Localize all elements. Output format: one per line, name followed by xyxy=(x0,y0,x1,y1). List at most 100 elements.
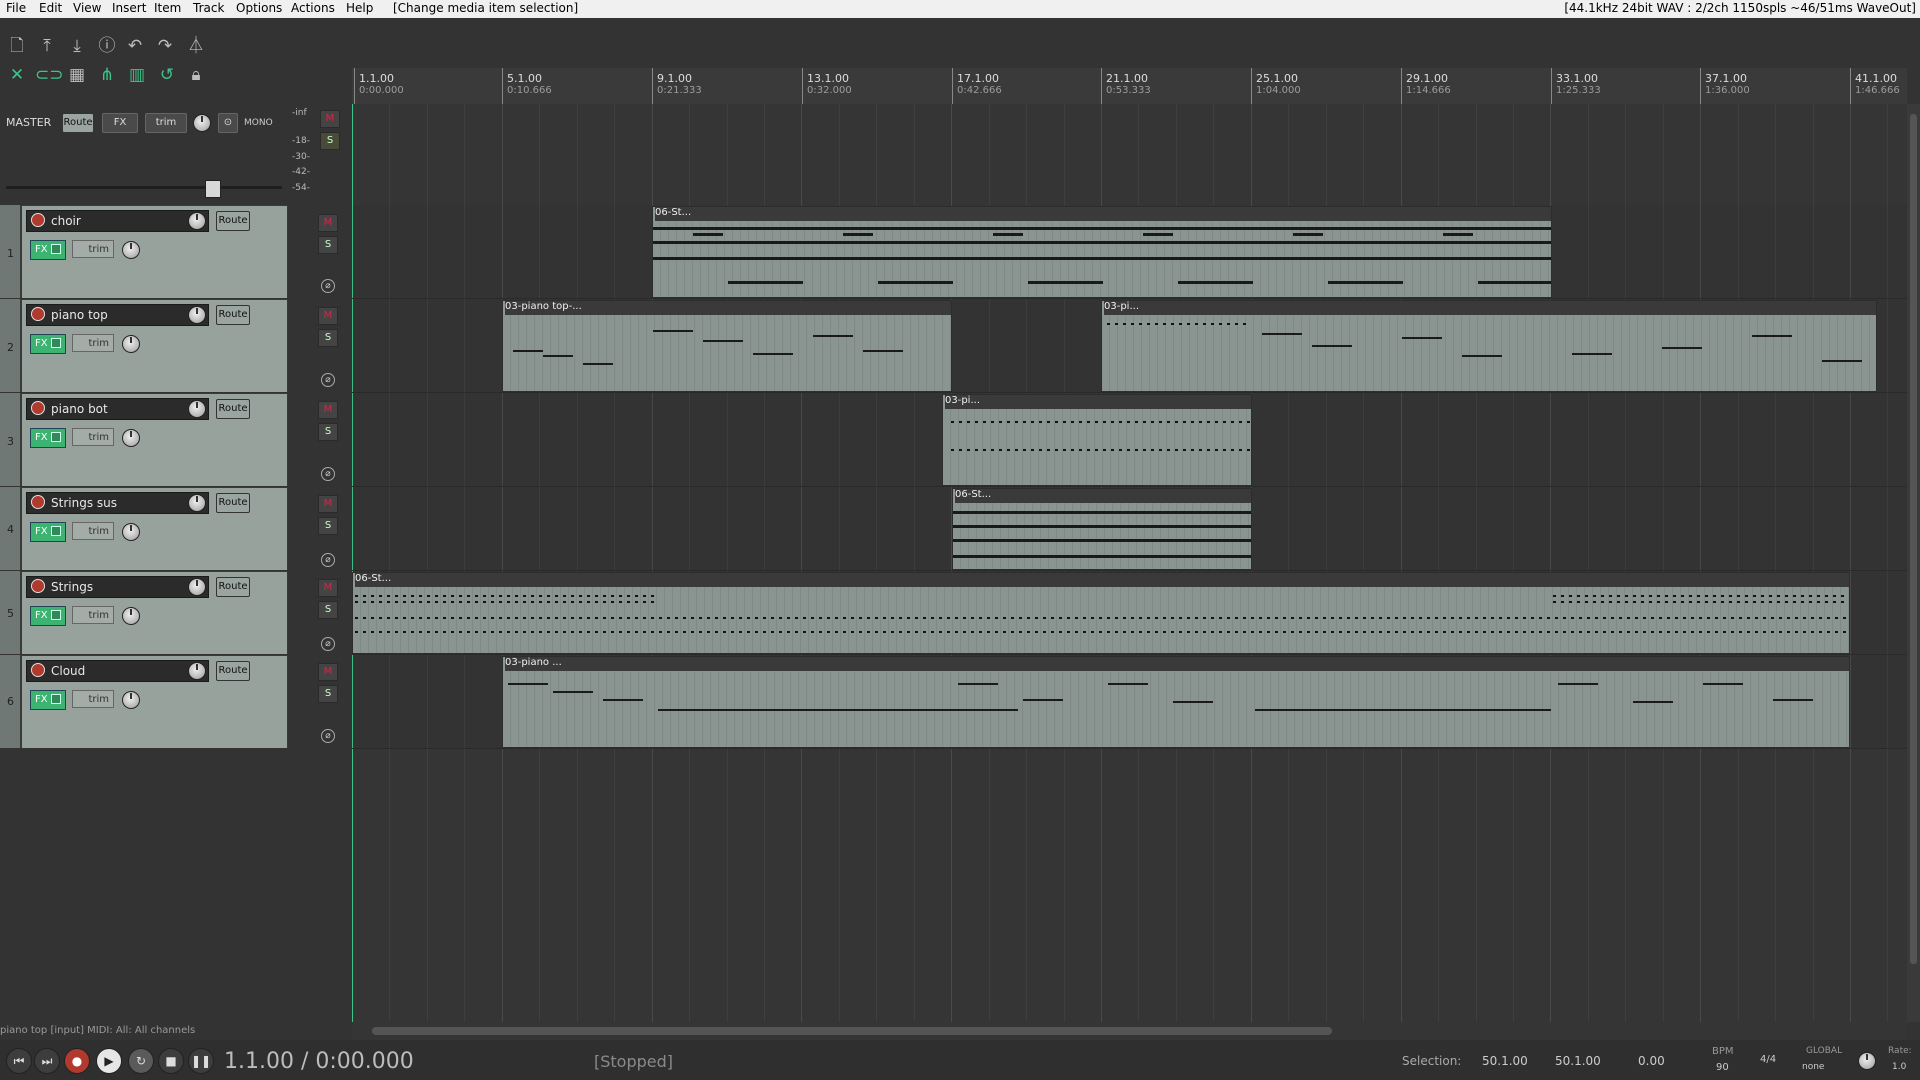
track-name-field[interactable]: choir xyxy=(26,210,209,232)
pan-knob[interactable] xyxy=(122,691,140,709)
track-name-field[interactable]: Cloud xyxy=(26,660,209,682)
solo-button[interactable]: S xyxy=(318,517,338,535)
fx-button[interactable]: FX xyxy=(30,522,66,542)
lock-icon[interactable]: 🔒︎ xyxy=(185,64,207,86)
track-panel[interactable]: 6 Cloud Route FX trim M S ⌀ xyxy=(0,655,338,748)
route-button[interactable]: Route xyxy=(216,577,250,597)
new-project-icon[interactable]: 🗋 xyxy=(6,35,28,57)
trim-button[interactable]: trim xyxy=(72,240,114,258)
fx-button[interactable]: FX xyxy=(30,690,66,710)
grid-icon[interactable]: ▦ xyxy=(66,64,88,86)
rate-value[interactable]: 1.0 xyxy=(1892,1062,1906,1072)
fx-button[interactable]: FX xyxy=(30,428,66,448)
horizontal-scrollbar[interactable] xyxy=(352,1022,1907,1040)
mute-button[interactable]: M xyxy=(318,579,338,597)
open-icon[interactable]: ⤒ xyxy=(36,35,58,57)
master-fx-button[interactable]: FX xyxy=(102,113,138,133)
menu-actions[interactable]: Actions xyxy=(291,1,335,15)
track-name-field[interactable]: piano top xyxy=(26,304,209,326)
master-mute-button[interactable]: M xyxy=(320,110,340,128)
master-mono-toggle[interactable]: ⊙ xyxy=(218,113,238,133)
selection-length[interactable]: 0.00 xyxy=(1638,1054,1665,1068)
repeat-icon[interactable]: ↻ xyxy=(128,1048,154,1074)
playrate-knob[interactable] xyxy=(1858,1052,1876,1070)
solo-button[interactable]: S xyxy=(318,685,338,703)
volume-knob[interactable] xyxy=(188,306,206,324)
phase-icon[interactable]: ⌀ xyxy=(321,467,335,481)
trim-button[interactable]: trim xyxy=(72,334,114,352)
trim-button[interactable]: trim xyxy=(72,522,114,540)
phase-icon[interactable]: ⌀ xyxy=(321,637,335,651)
route-button[interactable]: Route xyxy=(216,493,250,513)
loop-icon[interactable]: ↺ xyxy=(156,64,178,86)
selection-end[interactable]: 50.1.00 xyxy=(1555,1054,1601,1068)
solo-button[interactable]: S xyxy=(318,236,338,254)
pan-knob[interactable] xyxy=(122,335,140,353)
timeline-ruler[interactable]: 1.1.00 0:00.000 5.1.00 0:10.666 9.1.00 0:21… xyxy=(352,68,1907,105)
selection-start[interactable]: 50.1.00 xyxy=(1482,1054,1528,1068)
master-trim-button[interactable]: trim xyxy=(145,113,187,133)
horizontal-scroll-thumb[interactable] xyxy=(372,1027,1332,1035)
menu-track[interactable]: Track xyxy=(193,1,224,15)
volume-knob[interactable] xyxy=(188,662,206,680)
volume-knob[interactable] xyxy=(188,494,206,512)
play-icon[interactable]: ▶ xyxy=(96,1048,122,1074)
media-item[interactable]: 06-St... xyxy=(352,572,1850,654)
phase-icon[interactable]: ⌀ xyxy=(321,279,335,293)
solo-button[interactable]: S xyxy=(318,329,338,347)
master-solo-button[interactable]: S xyxy=(320,132,340,150)
track-name-field[interactable]: Strings xyxy=(26,576,209,598)
mute-button[interactable]: M xyxy=(318,307,338,325)
media-item[interactable]: 06-St... xyxy=(652,206,1552,298)
pan-knob[interactable] xyxy=(122,607,140,625)
media-item[interactable]: 03-pi... xyxy=(942,394,1252,486)
track-panel[interactable]: 5 Strings Route FX trim M S ⌀ xyxy=(0,571,338,654)
vertical-scrollbar[interactable] xyxy=(1907,104,1920,1022)
pause-icon[interactable]: ❚❚ xyxy=(188,1048,214,1074)
media-item[interactable]: 03-piano top-... xyxy=(502,300,952,392)
info-icon[interactable]: ⓘ xyxy=(96,35,118,57)
record-arm-icon[interactable] xyxy=(31,213,45,227)
media-item[interactable]: 06-St... xyxy=(952,488,1252,570)
menu-edit[interactable]: Edit xyxy=(39,1,62,15)
time-signature[interactable]: 4/4 xyxy=(1760,1054,1776,1065)
route-button[interactable]: Route xyxy=(216,399,250,419)
track-panel[interactable]: 1 choir Route FX trim M S ⌀ xyxy=(0,205,338,298)
volume-knob[interactable] xyxy=(188,400,206,418)
redo-icon[interactable]: ↷ xyxy=(154,35,176,57)
mute-button[interactable]: M xyxy=(318,214,338,232)
bpm-value[interactable]: 90 xyxy=(1716,1062,1729,1073)
record-arm-icon[interactable] xyxy=(31,307,45,321)
route-button[interactable]: Route xyxy=(216,305,250,325)
transport-time-display[interactable]: 1.1.00 / 0:00.000 xyxy=(224,1049,414,1074)
master-route-button[interactable]: Route xyxy=(62,113,94,133)
master-volume-handle[interactable] xyxy=(205,180,221,198)
phase-icon[interactable]: ⌀ xyxy=(321,553,335,567)
master-volume-slider[interactable] xyxy=(6,186,282,189)
menu-help[interactable]: Help xyxy=(346,1,373,15)
menu-item[interactable]: Item xyxy=(154,1,181,15)
metronome-icon[interactable]: ⏃ xyxy=(185,35,207,57)
menu-file[interactable]: File xyxy=(6,1,26,15)
record-arm-icon[interactable] xyxy=(31,579,45,593)
trim-button[interactable]: trim xyxy=(72,428,114,446)
media-item[interactable]: 03-piano ... xyxy=(502,656,1850,748)
pan-knob[interactable] xyxy=(122,241,140,259)
route-button[interactable]: Route xyxy=(216,211,250,231)
mute-button[interactable]: M xyxy=(318,663,338,681)
track-name-field[interactable]: Strings sus xyxy=(26,492,209,514)
undo-icon[interactable]: ↶ xyxy=(124,35,146,57)
mute-button[interactable]: M xyxy=(318,401,338,419)
record-arm-icon[interactable] xyxy=(31,401,45,415)
solo-button[interactable]: S xyxy=(318,423,338,441)
audio-device-status[interactable]: [44.1kHz 24bit WAV : 2/2ch 1150spls ~46/… xyxy=(1564,1,1916,15)
link-icon[interactable]: ⊂⊃ xyxy=(35,64,64,86)
menu-options[interactable]: Options xyxy=(236,1,282,15)
save-icon[interactable]: ⤓ xyxy=(66,35,88,57)
master-pan-knob[interactable] xyxy=(193,114,211,132)
fx-button[interactable]: FX xyxy=(30,334,66,354)
route-button[interactable]: Route xyxy=(216,661,250,681)
solo-button[interactable]: S xyxy=(318,601,338,619)
fx-button[interactable]: FX xyxy=(30,606,66,626)
trim-button[interactable]: trim xyxy=(72,606,114,624)
